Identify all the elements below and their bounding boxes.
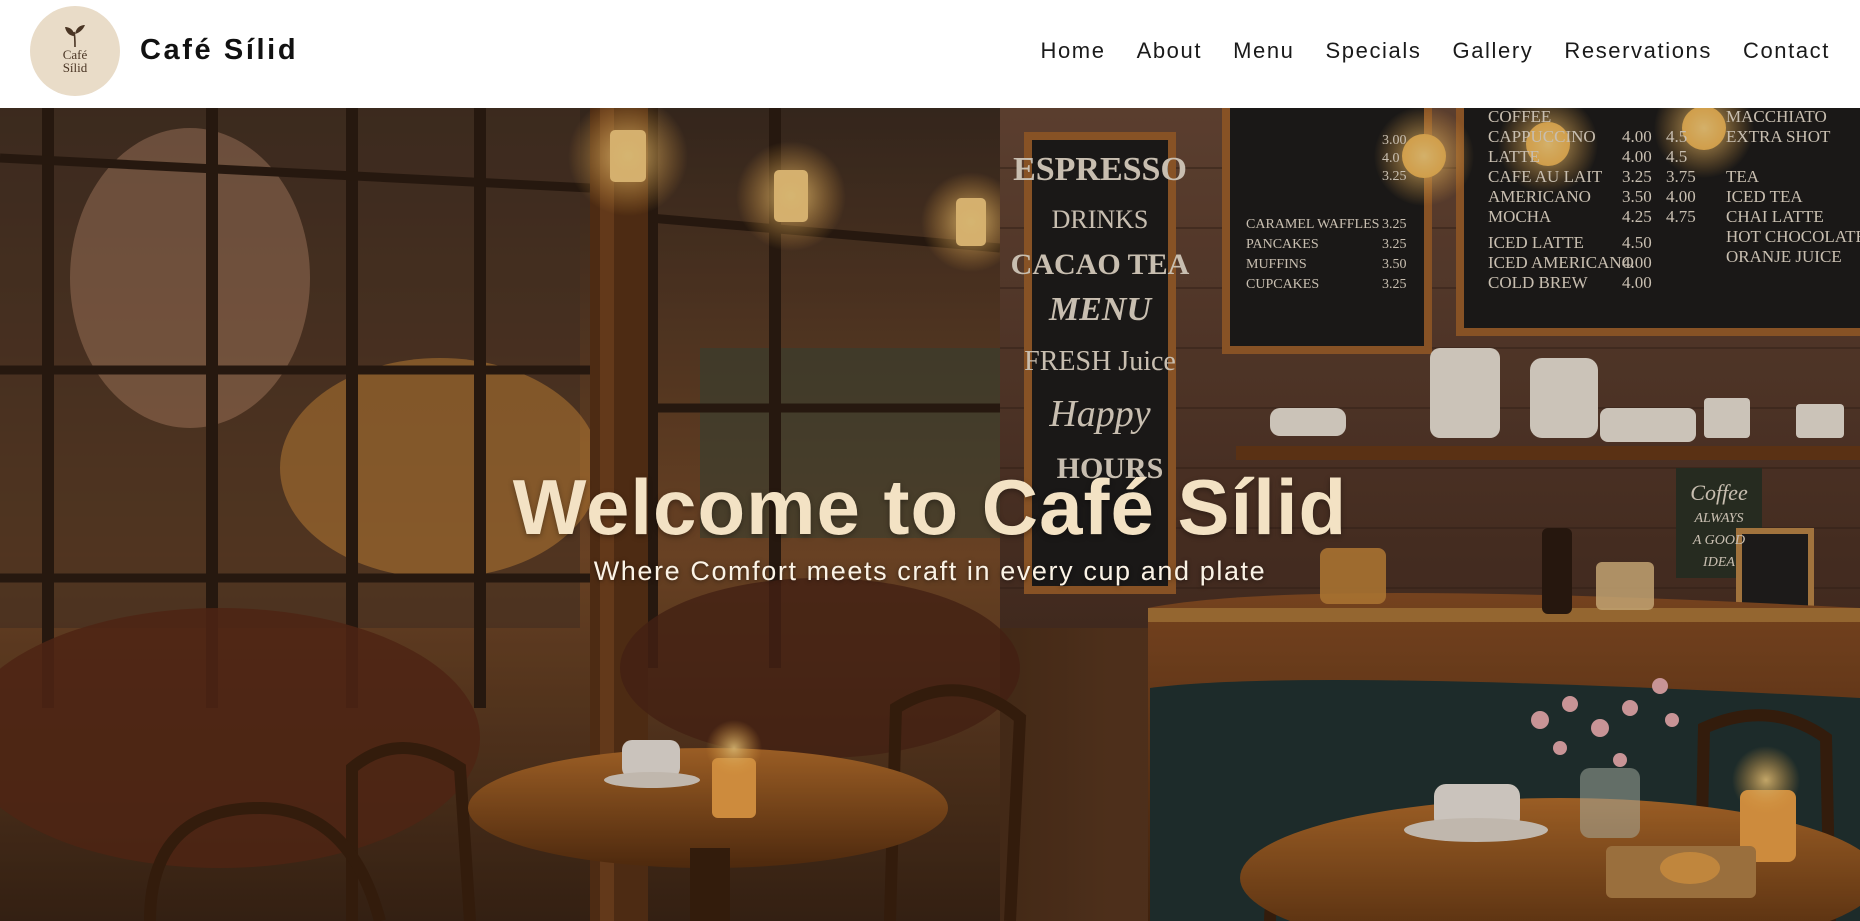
logo-text-line2: Sílid <box>62 60 88 75</box>
nav-home[interactable]: Home <box>1040 38 1105 64</box>
hero-subtitle: Where Comfort meets craft in every cup a… <box>593 556 1267 586</box>
nav-contact[interactable]: Contact <box>1743 38 1830 64</box>
nav-gallery[interactable]: Gallery <box>1452 38 1533 64</box>
nav-menu[interactable]: Menu <box>1233 38 1294 64</box>
nav-reservations[interactable]: Reservations <box>1564 38 1712 64</box>
logo[interactable]: Café Sílid <box>30 6 120 96</box>
hero-section: ESPRESSO DRINKS CACAO TEA MENU FRESH Jui… <box>0 108 1860 921</box>
site-header: Café Sílid Café Sílid Home About Menu Sp… <box>0 0 1860 108</box>
nav-specials[interactable]: Specials <box>1326 38 1422 64</box>
nav-about[interactable]: About <box>1137 38 1203 64</box>
main-nav: Home About Menu Specials Gallery Reserva… <box>1040 38 1830 64</box>
sprout-icon <box>65 25 85 48</box>
brand-name[interactable]: Café Sílid <box>140 34 298 67</box>
hero-title: Welcome to Café Sílid <box>512 463 1348 551</box>
